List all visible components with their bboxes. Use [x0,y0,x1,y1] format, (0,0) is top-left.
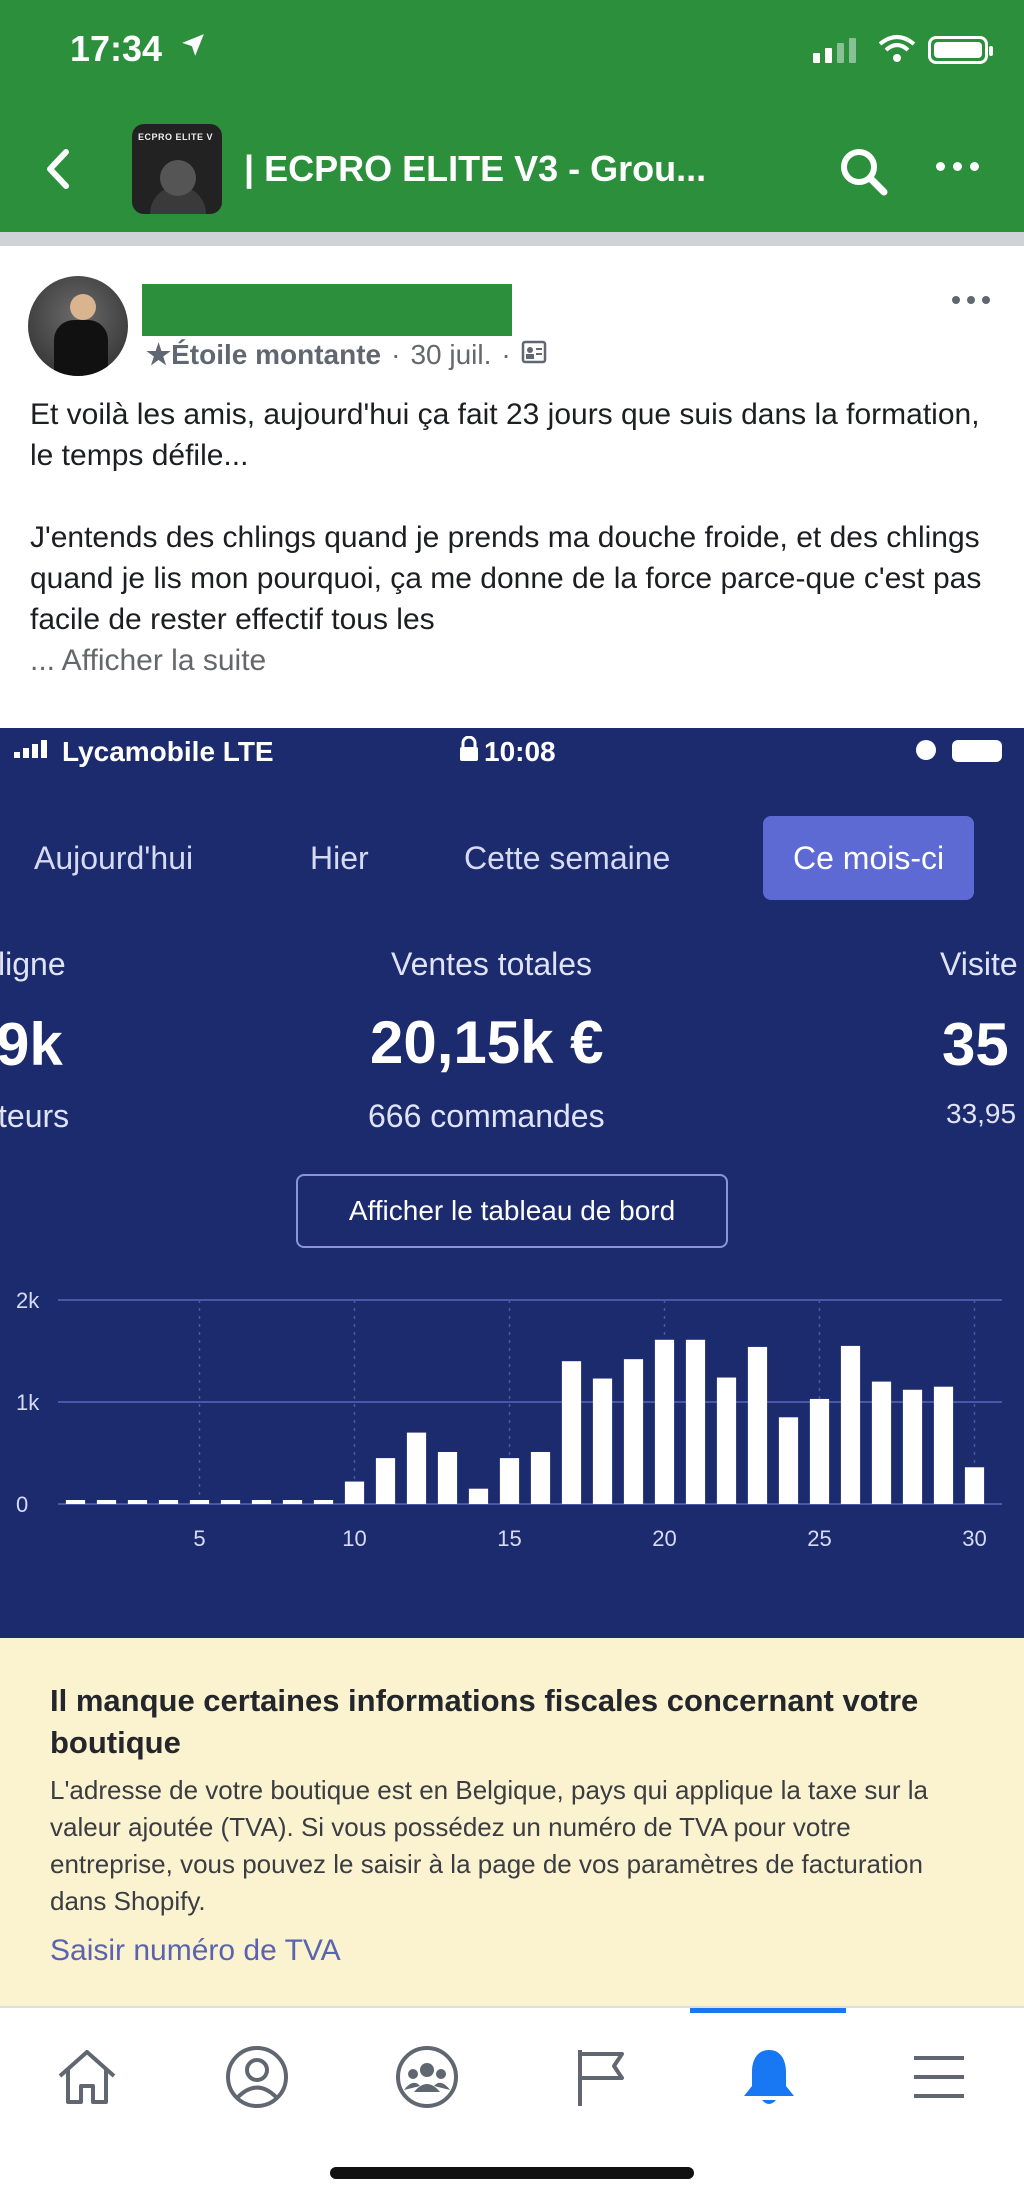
sales-bar-chart: 0 1k 2k 5 10 15 20 25 30 [16,1288,1002,1551]
chart-bar [499,1458,520,1504]
tab-this-week[interactable]: Cette semaine [464,816,670,900]
chart-xtick-label: 30 [962,1526,986,1551]
chart-bar [468,1488,489,1504]
group-title[interactable]: | ECPRO ELITE V3 - Grou... [244,148,706,190]
member-badge[interactable]: ★Étoile montante [146,338,381,371]
post-paragraph: Et voilà les amis, aujourd'hui ça fait 2… [30,398,980,472]
post-date[interactable]: 30 juil. [410,339,491,371]
chart-bar [902,1389,923,1504]
view-dashboard-button[interactable]: Afficher le tableau de bord [296,1174,728,1248]
embedded-status-bar: Lycamobile LTE 10:08 [0,728,1024,772]
embedded-time: 10:08 [484,736,556,767]
right-kpi-label: Visite [940,946,1018,982]
group-nav-bar: ECPRO ELITE V | ECPRO ELITE V3 - Grou... [0,110,1024,226]
menu-icon[interactable] [904,2042,974,2112]
groups-icon[interactable] [392,2042,462,2112]
left-kpi-label: ligne [0,946,66,982]
chart-bar [778,1417,799,1504]
group-thumbnail[interactable]: ECPRO ELITE V [132,124,222,214]
battery-icon [928,36,993,64]
total-sales-label: Ventes totales [391,946,593,982]
chart-bar [375,1458,396,1504]
chart-bar [809,1398,830,1504]
chart-bar [964,1467,985,1504]
alarm-icon [916,740,936,760]
home-indicator [330,2167,694,2179]
home-icon[interactable] [52,2042,122,2112]
tax-info-notice: Il manque certaines informations fiscale… [0,1638,1024,2006]
chart-xtick-label: 15 [497,1526,521,1551]
embedded-carrier: Lycamobile LTE [62,736,274,767]
chart-ytick-label: 0 [16,1492,28,1517]
tab-yesterday[interactable]: Hier [310,816,369,900]
tab-this-month[interactable]: Ce mois-ci [763,816,975,900]
right-kpi-value: 35 [942,1011,1009,1078]
notifications-bell-icon[interactable] [734,2042,804,2112]
chart-bar [623,1359,644,1504]
post-options-icon[interactable] [952,296,990,304]
author-avatar[interactable] [28,276,128,376]
status-bar: 17:34 [0,0,1024,100]
meta-separator: · [391,338,401,370]
chart-xtick-label: 20 [652,1526,676,1551]
back-chevron-icon[interactable] [38,144,78,194]
orders-count: 666 commandes [368,1098,605,1134]
chart-xtick-label: 5 [193,1526,205,1551]
meta-separator: · [501,338,511,370]
chart-bar [437,1451,458,1504]
search-icon[interactable] [838,146,890,203]
chart-bar [933,1386,954,1504]
chart-bar [561,1361,582,1504]
post-image-shopify[interactable]: Lycamobile LTE 10:08 Aujourd'hui Hier Ce… [0,728,1024,1638]
profile-icon[interactable] [222,2042,292,2112]
chart-bar [840,1345,861,1504]
group-audience-icon [521,339,547,371]
enter-vat-number-link[interactable]: Saisir numéro de TVA [50,1934,341,1968]
wifi-icon [878,34,916,69]
see-more-link[interactable]: ... Afficher la suite [30,640,1000,681]
total-sales-value: 20,15k € [370,1009,604,1076]
chart-bar [406,1432,427,1504]
period-tabs: Aujourd'hui Hier Cette semaine Ce mois-c… [0,816,1024,900]
status-time: 17:34 [70,28,163,69]
chart-bar [344,1481,365,1504]
chart-bar [592,1378,613,1504]
chart-bar [654,1339,675,1504]
divider [0,232,1024,246]
more-options-icon[interactable] [936,162,979,171]
chart-bar [530,1451,551,1504]
chart-xtick-label: 10 [342,1526,366,1551]
author-name-redacted[interactable] [142,284,512,336]
chart-ytick-label: 2k [16,1288,40,1313]
chart-bar [685,1339,706,1504]
embedded-battery-icon [952,740,1002,762]
notice-title: Il manque certaines informations fiscale… [50,1683,919,1760]
chart-ytick-label: 1k [16,1390,40,1415]
post-meta: ★Étoile montante · 30 juil. · [146,338,547,371]
embedded-signal-icon [14,740,47,758]
left-kpi-value: 9k [0,1011,63,1078]
active-tab-indicator [690,2008,846,2013]
post-paragraph: J'entends des chlings quand je prends ma… [30,521,982,636]
chart-bar [716,1377,737,1504]
group-thumb-label: ECPRO ELITE V [138,132,214,142]
cell-signal-icon [813,38,856,63]
tab-today[interactable]: Aujourd'hui [34,816,193,900]
chart-xtick-label: 25 [807,1526,831,1551]
app-header: 17:34 ECPRO ELITE V | ECPRO ELITE V3 - G… [0,0,1024,232]
notice-body: L'adresse de votre boutique est en Belgi… [50,1775,928,1916]
pages-flag-icon[interactable] [566,2042,636,2112]
left-kpi-sub: teurs [0,1098,70,1134]
lock-icon [458,735,480,769]
post-body: Et voilà les amis, aujourd'hui ça fait 2… [30,394,1000,681]
chart-bar [871,1381,892,1504]
right-kpi-sub: 33,95 [946,1098,1017,1129]
location-arrow-icon [180,32,206,63]
chart-bar [747,1346,768,1504]
